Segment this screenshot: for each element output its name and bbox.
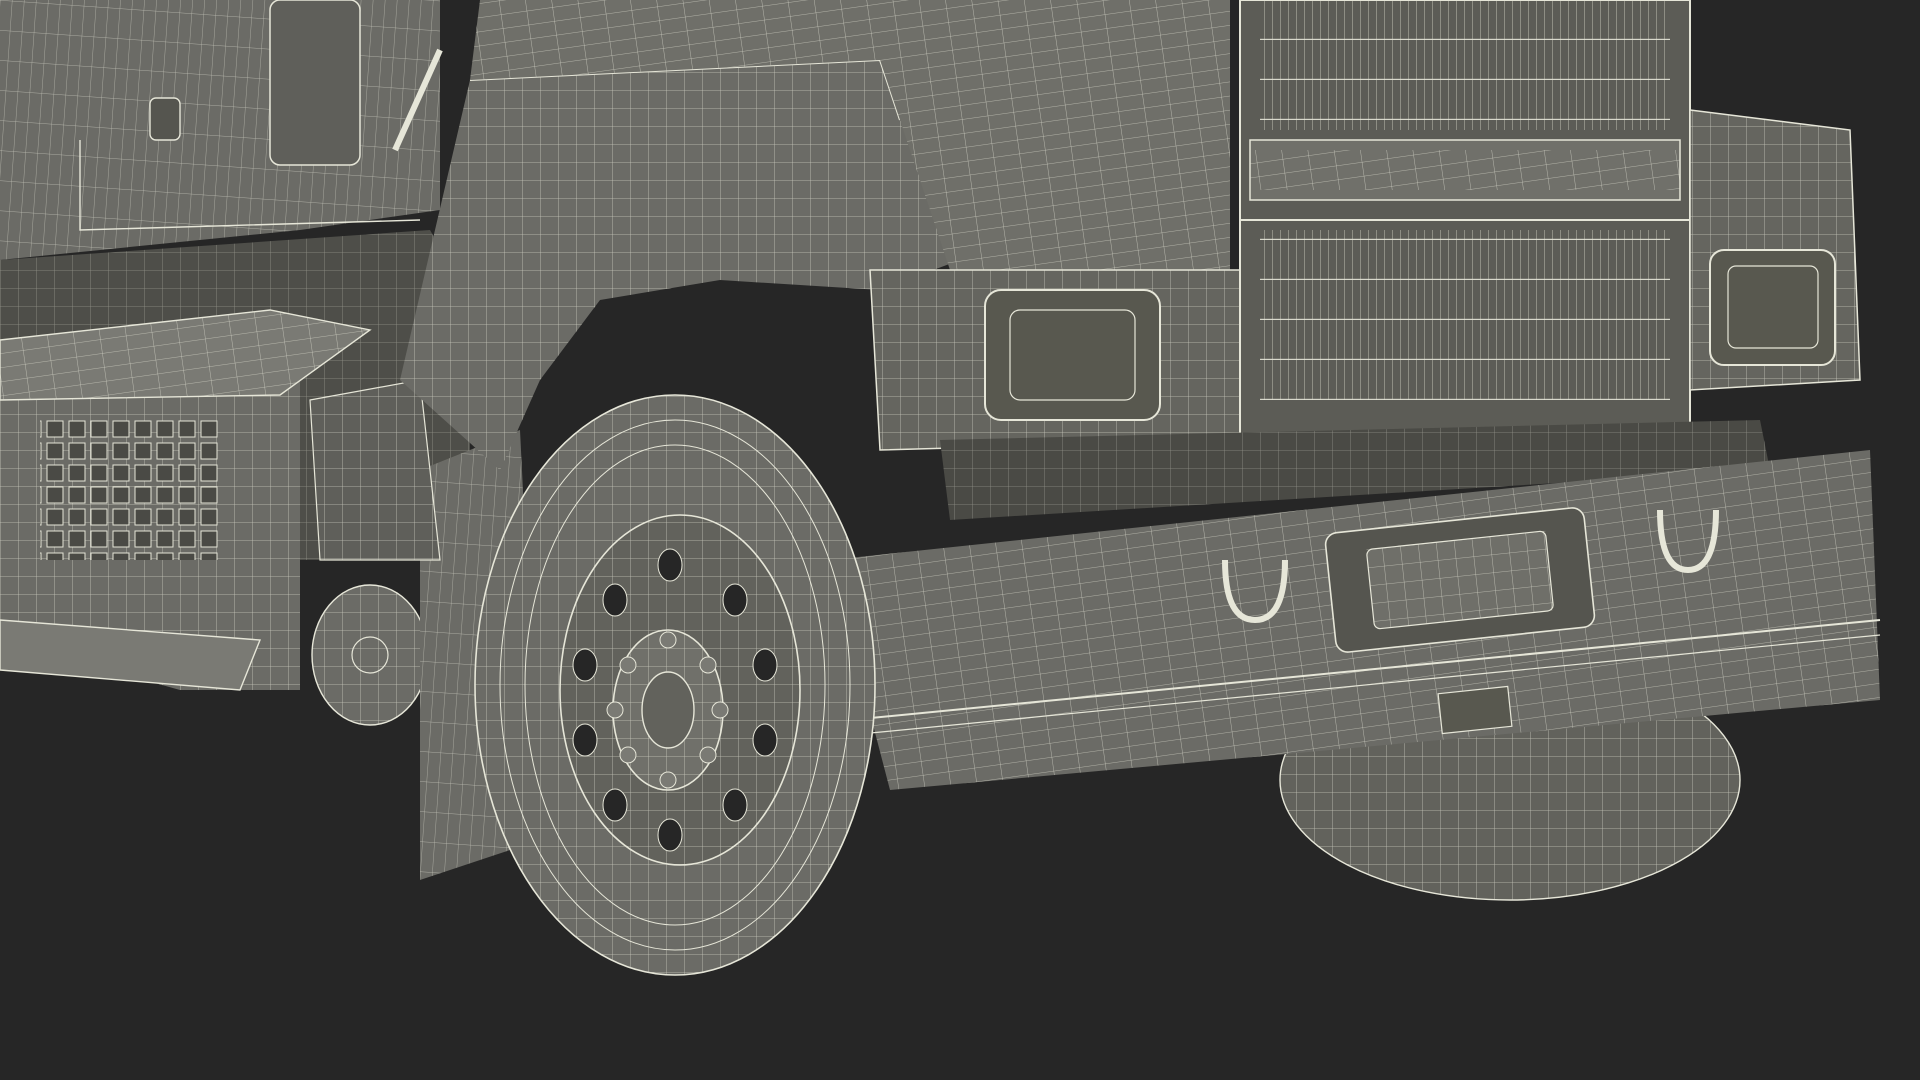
radiator-grille xyxy=(1239,0,1691,441)
battery-box xyxy=(309,379,441,561)
cab-door-panel xyxy=(269,0,361,166)
cab-body xyxy=(0,0,443,260)
door-handle xyxy=(149,97,181,141)
truck-wireframe-render xyxy=(0,0,1920,1080)
step-vent-grid xyxy=(40,420,220,560)
left-front-wheel xyxy=(474,394,876,976)
air-tank xyxy=(311,584,429,726)
headlight-housing-left xyxy=(869,269,1241,451)
headlight-housing-right xyxy=(1689,109,1861,391)
license-bracket xyxy=(1437,685,1513,735)
